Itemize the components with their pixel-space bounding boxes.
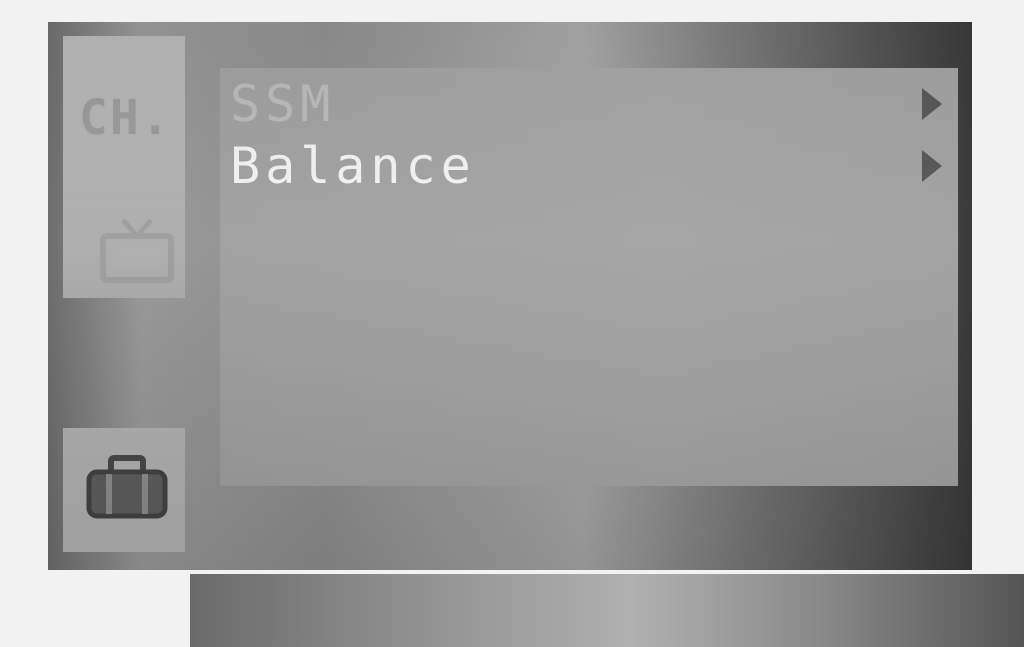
tv-icon — [99, 214, 175, 286]
menu-item-balance[interactable]: Balance — [230, 138, 948, 194]
menu-item-ssm[interactable]: SSM — [230, 76, 948, 132]
chevron-right-icon — [922, 88, 942, 120]
chevron-right-icon — [922, 150, 942, 182]
toolbox-icon — [85, 454, 169, 520]
channel-tab-label: CH. — [79, 90, 172, 146]
menu-item-label: SSM — [230, 75, 336, 133]
sidebar-tab-channel[interactable]: CH. — [63, 36, 185, 298]
menu-panel: SSM Balance — [220, 68, 958, 486]
osd-menu-window: CH. SSM Balance — [48, 22, 972, 570]
menu-item-label: Balance — [230, 137, 476, 195]
sidebar-tab-tools[interactable] — [63, 428, 185, 552]
bottom-status-bar — [190, 574, 1024, 647]
